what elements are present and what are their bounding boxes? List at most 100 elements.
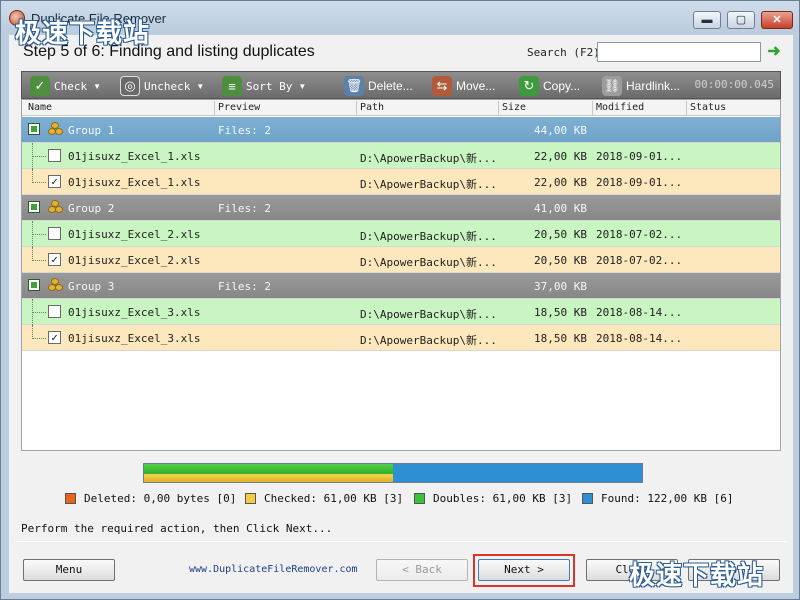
deleted-swatch [65, 493, 76, 504]
file-path: D:\ApowerBackup\新... [360, 230, 497, 243]
file-name: 01jisuxz_Excel_1.xls [68, 150, 201, 163]
file-size: 18,50 KB [534, 306, 587, 319]
found-text: Found: 122,00 KB [6] [601, 492, 734, 505]
delete-icon: 🗑 [344, 76, 364, 96]
duplicates-grid[interactable]: Name Preview Path Size Modified Status G… [21, 99, 781, 451]
divider [15, 541, 787, 542]
file-checkbox[interactable] [48, 227, 61, 240]
file-row[interactable]: 01jisuxz_Excel_3.xls D:\ApowerBackup\新..… [22, 299, 780, 325]
file-checkbox-checked[interactable]: ✓ [48, 175, 61, 188]
group-files-count: Files: 2 [218, 202, 271, 215]
legend-doubles: Doubles: 61,00 KB [3] [414, 492, 572, 505]
file-path: D:\ApowerBackup\新... [360, 308, 497, 321]
legend-deleted: Deleted: 0,00 bytes [0] [65, 492, 236, 505]
move-button[interactable]: ⇆ Move... [432, 74, 495, 98]
file-path: D:\ApowerBackup\新... [360, 152, 497, 165]
back-button[interactable]: < Back [376, 559, 468, 581]
found-swatch [582, 493, 593, 504]
checked-text: Checked: 61,00 KB [3] [264, 492, 404, 505]
file-checkbox[interactable] [48, 305, 61, 318]
toolbar: ✓ Check ▼ ◎ Uncheck ▼ ≡ Sort By ▼ 🗑 Dele… [21, 71, 781, 99]
menu-button[interactable]: Menu [23, 559, 115, 581]
move-icon: ⇆ [432, 76, 452, 96]
sort-dropdown-arrow-icon[interactable]: ▼ [298, 82, 306, 91]
file-name: 01jisuxz_Excel_1.xls [68, 176, 201, 189]
file-row[interactable]: 01jisuxz_Excel_2.xls D:\ApowerBackup\新..… [22, 221, 780, 247]
group-name: Group 1 [68, 124, 115, 137]
file-name: 01jisuxz_Excel_3.xls [68, 306, 201, 319]
check-icon: ✓ [30, 76, 50, 96]
group-size: 44,00 KB [534, 124, 587, 137]
file-name: 01jisuxz_Excel_2.xls [68, 254, 201, 267]
group-size: 37,00 KB [534, 280, 587, 293]
file-path: D:\ApowerBackup\新... [360, 334, 497, 347]
search-label: Search (F2) [527, 46, 600, 59]
check-button[interactable]: ✓ Check ▼ [30, 74, 101, 98]
column-header-name[interactable]: Name [28, 102, 52, 113]
group-checkbox[interactable] [28, 279, 40, 291]
uncheck-button[interactable]: ◎ Uncheck ▼ [120, 74, 204, 98]
minimize-button[interactable]: ▬ [693, 11, 721, 29]
move-label: Move... [456, 79, 496, 93]
column-header-preview[interactable]: Preview [218, 102, 260, 113]
checked-swatch [245, 493, 256, 504]
file-checkbox-checked[interactable]: ✓ [48, 331, 61, 344]
file-name: 01jisuxz_Excel_3.xls [68, 332, 201, 345]
group-coins-icon [48, 122, 64, 136]
file-name: 01jisuxz_Excel_2.xls [68, 228, 201, 241]
file-row[interactable]: ✓ 01jisuxz_Excel_1.xls D:\ApowerBackup\新… [22, 169, 780, 195]
column-header-modified[interactable]: Modified [596, 102, 644, 113]
group-row[interactable]: Group 2 Files: 2 41,00 KB [22, 195, 780, 221]
sort-by-label: Sort By [246, 79, 293, 93]
file-modified: 2018-07-02... [596, 254, 683, 267]
group-row[interactable]: Group 3 Files: 2 37,00 KB [22, 273, 780, 299]
close-window-button[interactable]: ✕ [761, 11, 793, 29]
file-modified: 2018-08-14... [596, 306, 683, 319]
sort-by-button[interactable]: ≡ Sort By ▼ [222, 74, 306, 98]
group-size: 41,00 KB [534, 202, 587, 215]
file-size: 22,00 KB [534, 150, 587, 163]
delete-label: Delete... [368, 79, 413, 93]
app-window: Duplicate File Remover ▬ ▢ ✕ Step 5 of 6… [0, 0, 800, 600]
group-coins-icon [48, 278, 64, 292]
check-dropdown-arrow-icon[interactable]: ▼ [93, 82, 101, 91]
file-modified: 2018-09-01... [596, 176, 683, 189]
legend-checked: Checked: 61,00 KB [3] [245, 492, 403, 505]
group-files-count: Files: 2 [218, 280, 271, 293]
file-size: 20,50 KB [534, 254, 587, 267]
search-input[interactable] [597, 42, 761, 62]
group-name: Group 2 [68, 202, 115, 215]
group-files-count: Files: 2 [218, 124, 271, 137]
file-checkbox[interactable] [48, 149, 61, 162]
next-button[interactable]: Next > [478, 559, 570, 581]
group-checkbox[interactable] [28, 123, 40, 135]
file-modified: 2018-09-01... [596, 150, 683, 163]
grid-header: Name Preview Path Size Modified Status [22, 100, 780, 116]
uncheck-icon: ◎ [120, 76, 140, 96]
file-row[interactable]: 01jisuxz_Excel_1.xls D:\ApowerBackup\新..… [22, 143, 780, 169]
group-row[interactable]: Group 1 Files: 2 44,00 KB [22, 117, 780, 143]
group-checkbox[interactable] [28, 201, 40, 213]
file-row[interactable]: ✓ 01jisuxz_Excel_2.xls D:\ApowerBackup\新… [22, 247, 780, 273]
search-go-arrow-icon[interactable]: ➜ [765, 43, 783, 61]
check-label: Check [54, 79, 88, 93]
uncheck-label: Uncheck [144, 79, 191, 93]
column-header-path[interactable]: Path [360, 102, 384, 113]
column-header-size[interactable]: Size [502, 102, 526, 113]
file-size: 22,00 KB [534, 176, 587, 189]
sort-icon: ≡ [222, 76, 242, 96]
file-checkbox-checked[interactable]: ✓ [48, 253, 61, 266]
deleted-text: Deleted: 0,00 bytes [0] [84, 492, 237, 505]
file-modified: 2018-08-14... [596, 332, 683, 345]
uncheck-dropdown-arrow-icon[interactable]: ▼ [196, 82, 204, 91]
file-row[interactable]: ✓ 01jisuxz_Excel_3.xls D:\ApowerBackup\新… [22, 325, 780, 351]
column-header-status[interactable]: Status [690, 102, 726, 113]
legend-found: Found: 122,00 KB [6] [582, 492, 733, 505]
delete-button[interactable]: 🗑 Delete... [344, 74, 413, 98]
copy-button[interactable]: ↻ Copy... [519, 74, 580, 98]
maximize-button[interactable]: ▢ [727, 11, 755, 29]
website-link[interactable]: www.DuplicateFileRemover.com [189, 564, 358, 575]
hardlink-button[interactable]: ⛓ Hardlink... [602, 74, 680, 98]
watermark-top: 极速下载站 [15, 19, 151, 49]
group-name: Group 3 [68, 280, 115, 293]
